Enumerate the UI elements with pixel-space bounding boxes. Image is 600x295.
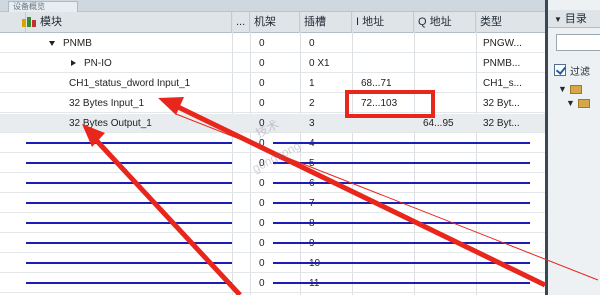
empty-slot-line: [26, 142, 232, 144]
module-cell: PN-IO: [66, 54, 232, 73]
catalog-panel: ▼ 目录 过滤 ▼ ▼: [545, 0, 600, 295]
table-row[interactable]: CH1_status_dword Input_1 0 1 68...71 CH1…: [0, 74, 545, 93]
empty-slot-line: [26, 262, 232, 264]
highlight-box: [345, 90, 435, 118]
rack-cell: 0: [259, 58, 265, 69]
empty-slot-line: [26, 242, 232, 244]
filter-checkbox[interactable]: [554, 64, 566, 76]
empty-slot-line: [273, 242, 530, 244]
col-header-i-address[interactable]: I 地址: [352, 12, 414, 33]
module-cell: CH1_status_dword Input_1: [69, 78, 191, 89]
table-header: 模块 ... 机架 插槽 I 地址 Q 地址 类型: [0, 12, 545, 33]
folder-icon: [569, 85, 582, 95]
empty-slot-line: [273, 222, 530, 224]
expand-down-icon[interactable]: [49, 40, 55, 46]
type-cell: CH1_s...: [483, 78, 522, 89]
type-cell: PNMB...: [483, 58, 521, 69]
rack-cell: 0: [254, 290, 300, 295]
module-cell: 32 Bytes Input_1: [69, 98, 145, 109]
empty-slot-row[interactable]: 0 7: [0, 194, 545, 213]
col-header-type[interactable]: 类型: [476, 12, 545, 33]
type-cell: 32 Byt...: [483, 118, 520, 129]
empty-slot-row[interactable]: 0 9: [0, 234, 545, 253]
empty-slot-line: [26, 222, 232, 224]
folder-icon: [577, 99, 590, 109]
empty-slot-row[interactable]: 0 8: [0, 214, 545, 233]
module-cell: PNMB: [44, 34, 232, 53]
filter-label: 过滤: [570, 67, 590, 78]
empty-slot-line: [26, 162, 232, 164]
catalog-tree-node[interactable]: ▼: [558, 84, 582, 95]
empty-slot-line: [26, 182, 232, 184]
empty-slot-line: [26, 282, 232, 284]
empty-slot-line: [273, 202, 530, 204]
table-row[interactable]: PN-IO 0 0 X1 PNMB...: [0, 54, 545, 73]
empty-slot-line: [273, 162, 530, 164]
empty-slot-row[interactable]: 0 6: [0, 174, 545, 193]
empty-slot-line: [273, 182, 530, 184]
empty-slot-line: [26, 202, 232, 204]
col-header-slot[interactable]: 插槽: [300, 12, 352, 33]
slot-cell: 0 X1: [309, 58, 330, 69]
rack-cell: 0: [259, 98, 265, 109]
empty-slot-row[interactable]: 0 10: [0, 254, 545, 273]
catalog-tree-node[interactable]: ▼: [566, 98, 590, 109]
empty-slot-line: [273, 282, 530, 284]
catalog-search-input[interactable]: [556, 34, 600, 51]
expand-down-icon[interactable]: ▼: [554, 15, 562, 24]
sort-icon[interactable]: [22, 17, 36, 28]
empty-slot-line: [273, 142, 530, 144]
empty-slot-line: [273, 262, 530, 264]
rack-cell: 0: [259, 38, 265, 49]
rack-cell: 0: [259, 78, 265, 89]
col-header-q-address[interactable]: Q 地址: [414, 12, 476, 33]
device-overview-tab[interactable]: 设备概览: [8, 1, 78, 12]
editor-top-strip: 设备概览: [0, 0, 545, 12]
col-header-more[interactable]: ...: [232, 12, 250, 33]
slot-cell: 12: [304, 290, 352, 295]
expand-down-icon[interactable]: ▼: [558, 84, 567, 94]
expand-right-icon[interactable]: [71, 60, 76, 67]
expand-down-icon[interactable]: ▼: [566, 98, 575, 108]
module-cell: 32 Bytes Output_1: [69, 118, 152, 129]
catalog-title: ▼ 目录: [548, 10, 600, 28]
col-header-rack[interactable]: 机架: [250, 12, 300, 33]
table-row[interactable]: PNMB 0 0 PNGW...: [0, 34, 545, 53]
type-cell: PNGW...: [483, 38, 522, 49]
col-header-module[interactable]: 模块: [36, 12, 232, 33]
table-row[interactable]: 32 Bytes Input_1 0 2 72...103 32 Byt...: [0, 94, 545, 113]
slot-cell: 0: [309, 38, 315, 49]
type-cell: 32 Byt...: [483, 98, 520, 109]
